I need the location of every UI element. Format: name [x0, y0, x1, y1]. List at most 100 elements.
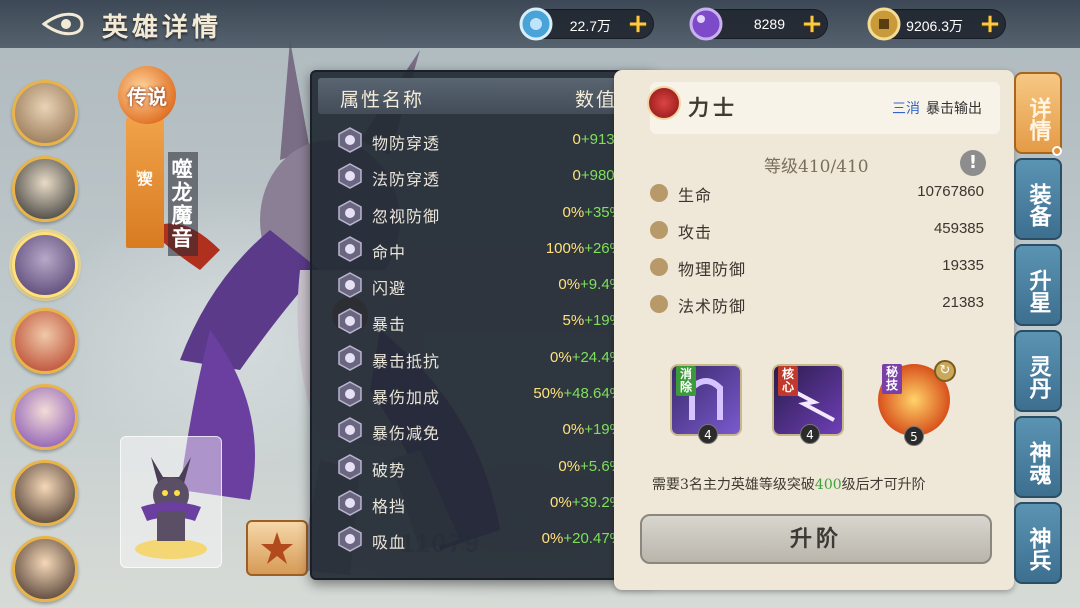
- class-tag-text: 暴击输出: [926, 101, 982, 117]
- requirement-level: 400: [814, 477, 842, 493]
- skill-slot-3[interactable]: 秘技 5 ↻: [878, 360, 956, 446]
- stat-value: 10767860: [917, 183, 984, 200]
- attribute-row: 暴伤加成 50%+48.64%: [334, 378, 623, 414]
- attribute-name: 法防穿透: [372, 170, 441, 190]
- attribute-value: 50%+48.64%: [533, 385, 623, 402]
- life-icon: [648, 182, 670, 204]
- hero-avatar-4[interactable]: [12, 308, 78, 374]
- add-copper-button[interactable]: +: [975, 10, 1005, 40]
- weapon-button[interactable]: [246, 520, 308, 576]
- attribute-row: 吸血 0%+20.47%: [334, 523, 623, 559]
- attribute-row: 命中 100%+26%: [334, 233, 623, 269]
- attribute-base-value: 5%: [562, 312, 585, 330]
- break-icon: [338, 453, 362, 480]
- tab-label: 升星: [1025, 269, 1052, 313]
- skill-slot-1[interactable]: 消除 4: [670, 364, 742, 444]
- attribute-base-value: 0%: [562, 203, 585, 221]
- ignore-defense-icon: [338, 199, 362, 226]
- back-arrow-icon: [42, 12, 84, 36]
- crit-icon: [338, 308, 362, 335]
- tab-star-up[interactable]: 升星: [1014, 244, 1062, 326]
- attribute-base-value: 0: [572, 131, 581, 148]
- add-jade-button[interactable]: +: [623, 10, 653, 40]
- copper-coin-icon: [867, 7, 901, 41]
- hero-avatar-1[interactable]: [12, 80, 78, 146]
- info-button[interactable]: !: [960, 150, 986, 176]
- tab-label: 神兵: [1025, 527, 1052, 571]
- tab-divine-weapon[interactable]: 神兵: [1014, 502, 1062, 584]
- race-pinyin: hóu: [136, 170, 153, 180]
- hero-sprite: [135, 457, 207, 559]
- class-tag-highlight: 三消: [892, 101, 920, 117]
- stat-row-physical-defense: 物理防御 19335: [648, 252, 990, 282]
- skill-level: 4: [800, 424, 820, 444]
- hero-avatar-6[interactable]: [12, 460, 78, 526]
- upgrade-button[interactable]: 升阶: [640, 514, 992, 564]
- attribute-value-header: 数值: [574, 89, 617, 111]
- attribute-row: 破势 0%+5.6%: [334, 451, 623, 487]
- block-icon: [338, 490, 362, 516]
- class-tags: 三消 暴击输出: [892, 98, 982, 118]
- tab-label: 详情: [1025, 97, 1052, 141]
- attribute-name: 暴伤减免: [372, 424, 441, 444]
- requirement-text-pre: 需要3名主力英雄等级突破: [652, 477, 815, 493]
- swap-skill-icon[interactable]: ↻: [934, 360, 956, 382]
- accuracy-icon: [338, 236, 362, 262]
- skill-level: 5: [904, 426, 924, 446]
- upgrade-requirement: 需要3名主力英雄等级突破400级后才可升阶: [652, 474, 926, 494]
- attribute-base-value: 0%: [550, 348, 572, 366]
- stat-name: 法术防御: [678, 297, 747, 316]
- hero-avatar-7[interactable]: [12, 536, 78, 602]
- magic-pierce-icon: [338, 163, 362, 190]
- currency-jade-value: 22.7万: [569, 18, 611, 34]
- attribute-row: 暴击 5%+19%: [334, 305, 623, 341]
- skill-tag: 核心: [778, 366, 798, 396]
- tab-label: 神魂: [1025, 441, 1052, 485]
- attribute-name: 暴伤加成: [372, 388, 441, 408]
- tab-equipment[interactable]: 装备: [1014, 158, 1062, 240]
- skill-tag: 秘技: [882, 364, 902, 394]
- add-orb-button[interactable]: +: [797, 10, 827, 40]
- attribute-name: 破势: [372, 460, 407, 480]
- attribute-value: 0%+24.4%: [550, 349, 623, 366]
- attribute-base-value: 0%: [550, 493, 572, 511]
- hero-avatar-2[interactable]: [12, 156, 78, 222]
- tab-elixir[interactable]: 灵丹: [1014, 330, 1062, 412]
- attribute-name: 命中: [372, 242, 407, 262]
- skill-slot-2[interactable]: 核心 4: [772, 364, 844, 444]
- attribute-base-value: 0%: [541, 530, 564, 548]
- hero-avatar-3[interactable]: [12, 232, 78, 298]
- currency-copper-value: 9206.3万: [906, 18, 963, 34]
- notification-dot: [1052, 146, 1062, 156]
- attribute-base-value: 0: [572, 167, 581, 185]
- stat-value: 459385: [933, 220, 984, 237]
- armor-pierce-icon: [338, 127, 362, 153]
- attribute-row: 法防穿透 0+9800: [334, 160, 623, 196]
- attribute-row: 忽视防御 0%+35%: [334, 197, 623, 233]
- tab-details[interactable]: 详情: [1014, 72, 1062, 156]
- attribute-value: 0%+20.47%: [542, 530, 623, 547]
- hero-list: [8, 76, 82, 608]
- tab-soul[interactable]: 神魂: [1014, 416, 1062, 498]
- stat-name: 生命: [678, 186, 713, 205]
- page-title: 英雄详情: [102, 13, 223, 43]
- attribute-row: 暴伤减免 0%+19%: [334, 414, 623, 450]
- back-button[interactable]: [40, 8, 86, 40]
- attribute-base-value: 50%: [533, 385, 564, 403]
- attribute-value: 100%+26%: [546, 240, 623, 257]
- attribute-header: 属性名称 数值: [318, 78, 647, 114]
- currency-orb: 8289 +: [689, 7, 828, 41]
- currency-jade: 22.7万 +: [519, 7, 654, 41]
- stat-name: 物理防御: [678, 260, 747, 279]
- attribute-base-value: 0%: [562, 421, 585, 439]
- skill-tag: 消除: [676, 366, 696, 396]
- attribute-row: 暴击抵抗 0%+24.4%: [334, 342, 623, 378]
- hero-name: 噬龙魔音: [168, 152, 198, 256]
- stat-value: 19335: [942, 257, 984, 274]
- attribute-name: 吸血: [372, 533, 407, 553]
- tab-label: 灵丹: [1025, 355, 1052, 399]
- hero-sprite-card[interactable]: [120, 436, 222, 568]
- hero-avatar-5[interactable]: [12, 384, 78, 450]
- attribute-base-value: 0%: [558, 276, 581, 294]
- crit-reduce-icon: [338, 417, 362, 444]
